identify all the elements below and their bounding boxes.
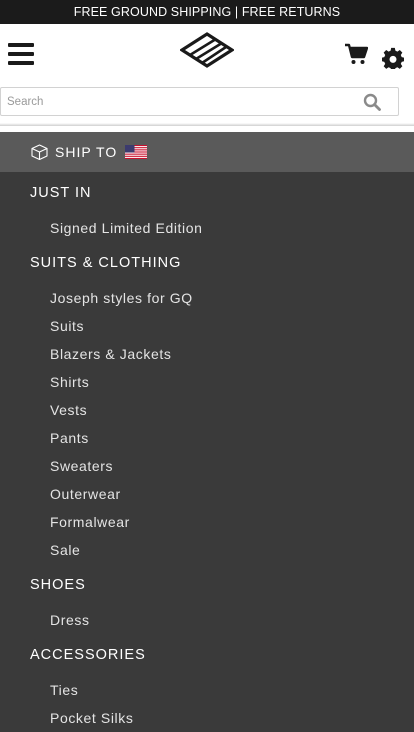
site-header [0,24,414,86]
menu-item[interactable]: Blazers & Jackets [0,340,414,368]
us-flag-icon [125,145,148,159]
search-input[interactable] [7,88,347,115]
menu-subgroup: Signed Limited Edition [0,214,414,249]
menu-item[interactable]: Sweaters [0,452,414,480]
menu-item[interactable]: Joseph styles for GQ [0,284,414,312]
menu-item[interactable]: Pocket Silks [0,704,414,732]
menu-item[interactable]: Outerwear [0,480,414,508]
menu-item[interactable]: Shirts [0,368,414,396]
menu-category[interactable]: ACCESSORIES [0,641,414,676]
category-menu: JUST IN Signed Limited Edition SUITS & CLO… [0,172,414,732]
menu-subgroup: Joseph styles for GQ Suits Blazers & Jacke… [0,284,414,571]
menu-item[interactable]: Suits [0,312,414,340]
menu-item[interactable]: Dress [0,606,414,634]
search-icon[interactable] [363,93,381,111]
menu-item[interactable]: Ties [0,676,414,704]
menu-item[interactable]: Pants [0,424,414,452]
menu-category[interactable]: SHOES [0,571,414,606]
search-bar-container [0,86,414,126]
menu-item[interactable]: Sale [0,536,414,564]
brand-logo[interactable] [180,32,234,68]
menu-subgroup: Dress [0,606,414,641]
hamburger-icon[interactable] [8,43,34,65]
ship-to-selector[interactable]: SHIP TO [0,132,414,172]
header-shadow [0,123,414,126]
menu-item[interactable]: Vests [0,396,414,424]
promo-banner: FREE GROUND SHIPPING | FREE RETURNS [0,0,414,24]
menu-category[interactable]: JUST IN [0,179,414,214]
menu-subgroup: Ties Pocket Silks [0,676,414,732]
search-box [0,87,399,116]
cart-icon[interactable] [344,43,368,65]
gear-icon[interactable] [382,47,404,69]
menu-category[interactable]: SUITS & CLOTHING [0,249,414,284]
menu-item[interactable]: Signed Limited Edition [0,214,414,242]
box-icon [31,144,48,160]
menu-item[interactable]: Formalwear [0,508,414,536]
ship-to-label: SHIP TO [55,144,118,160]
